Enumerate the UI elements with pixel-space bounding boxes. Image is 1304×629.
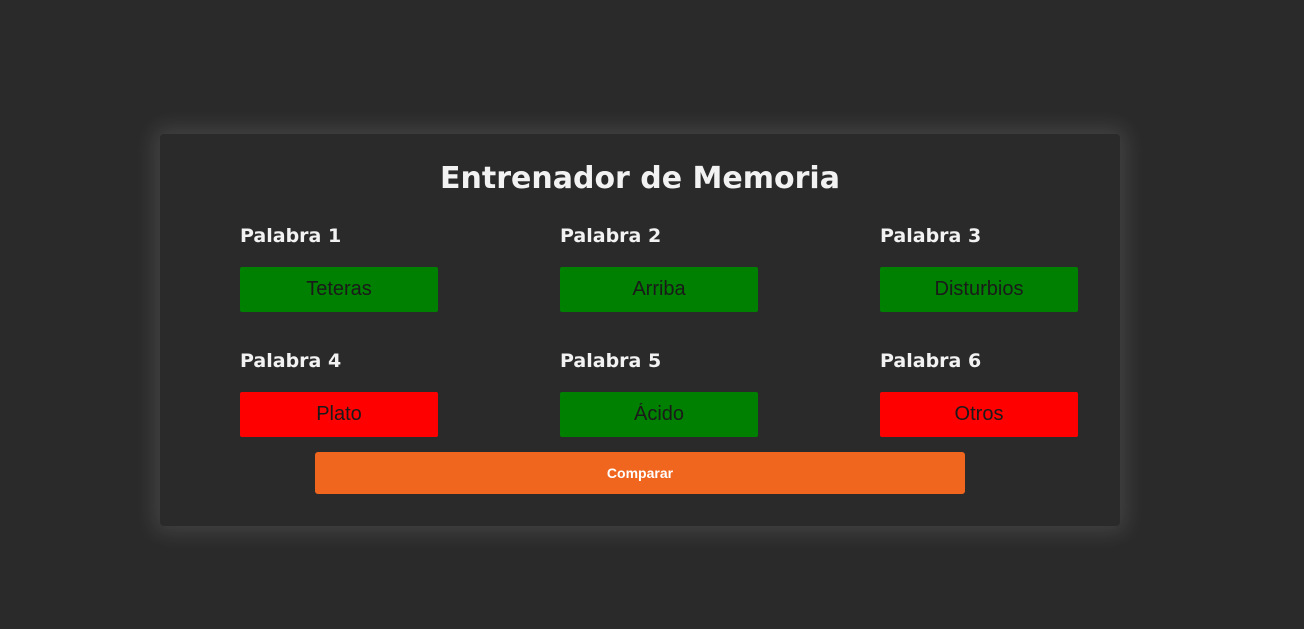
word-input-6[interactable] [880,392,1078,437]
word-input-5[interactable] [560,392,758,437]
word-input-1[interactable] [240,267,438,312]
word-label-3: Palabra 3 [880,225,982,247]
word-input-2[interactable] [560,267,758,312]
compare-button[interactable]: Comparar [315,452,965,494]
word-label-5: Palabra 5 [560,350,662,372]
word-input-3[interactable] [880,267,1078,312]
word-input-4[interactable] [240,392,438,437]
word-label-4: Palabra 4 [240,350,342,372]
page-title: Entrenador de Memoria [440,161,840,196]
memory-trainer-card: Entrenador de Memoria Palabra 1 Palabra … [160,134,1120,526]
word-label-2: Palabra 2 [560,225,662,247]
word-label-1: Palabra 1 [240,225,342,247]
word-label-6: Palabra 6 [880,350,982,372]
